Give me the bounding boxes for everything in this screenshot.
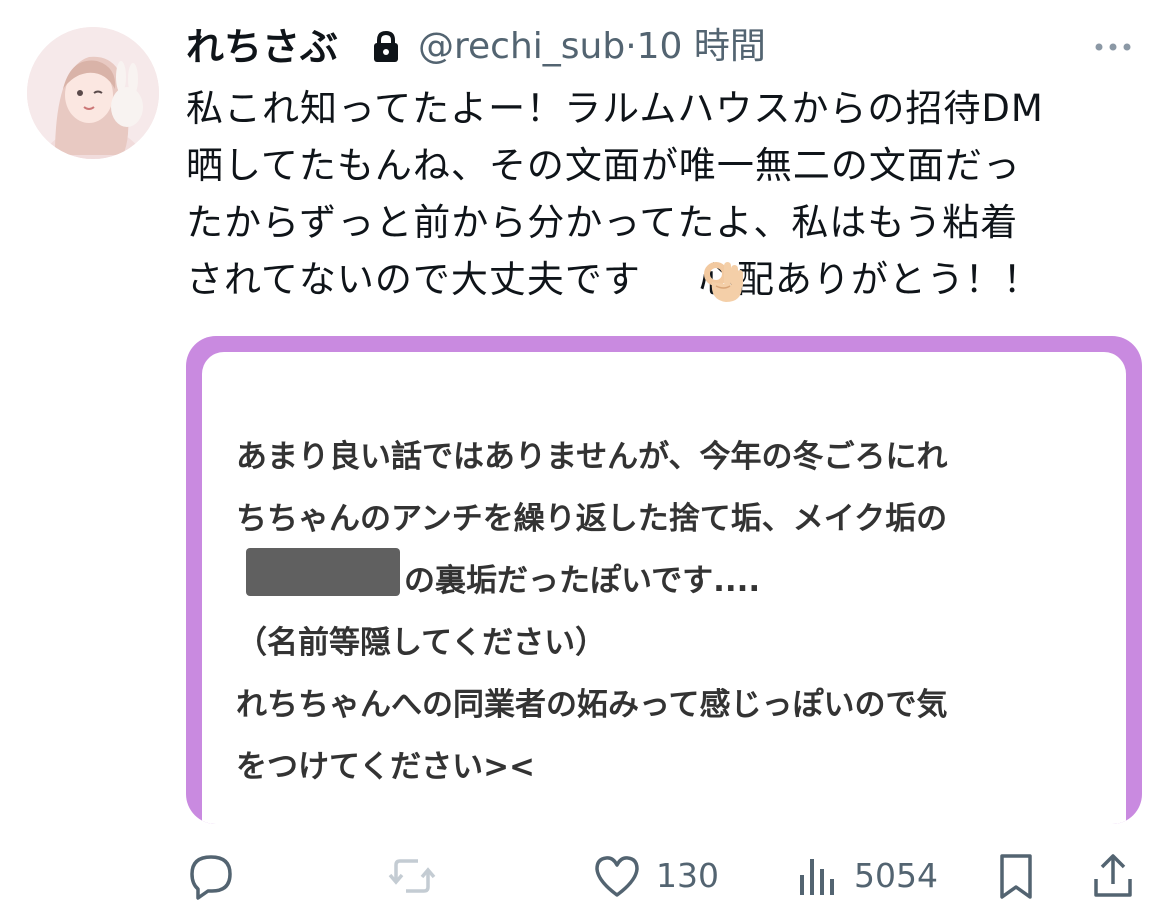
- media-line-4: （名前等隠してください）: [236, 625, 607, 661]
- bookmark-icon[interactable]: [994, 851, 1038, 901]
- views-icon[interactable]: [796, 851, 840, 901]
- tweet[interactable]: れちさぶ @rechi_sub·10 時間 私これ知ってたよー！ラルムハウスから…: [0, 0, 1168, 910]
- like-button[interactable]: 130: [592, 848, 719, 904]
- views-count: 5054: [854, 856, 938, 895]
- reply-icon[interactable]: [186, 851, 236, 901]
- tweet-text-tail: 心配ありがとう！！: [698, 258, 1041, 301]
- retweet-button[interactable]: [386, 848, 438, 904]
- media-text: あまり良い話ではありませんが、今年の冬ごろにれ ちちゃんのアンチを繰り返した捨て…: [236, 426, 1116, 798]
- ok-hand-icon: [700, 256, 746, 304]
- handle[interactable]: @rechi_sub: [418, 26, 625, 67]
- like-count: 130: [656, 856, 719, 895]
- display-name[interactable]: れちさぶ: [186, 22, 338, 72]
- tweet-header: れちさぶ @rechi_sub·10 時間: [186, 22, 1146, 72]
- views-button[interactable]: 5054: [796, 848, 938, 904]
- media-line-5: れちちゃんへの同業者の妬みって感じっぽいので気: [236, 687, 948, 723]
- reply-button[interactable]: [186, 848, 236, 904]
- media-screenshot: あまり良い話ではありませんが、今年の冬ごろにれ ちちゃんのアンチを繰り返した捨て…: [202, 352, 1126, 824]
- heart-icon[interactable]: [592, 851, 642, 901]
- media-line-1: あまり良い話ではありませんが、今年の冬ごろにれ: [236, 439, 948, 475]
- more-options-icon[interactable]: [1090, 30, 1136, 64]
- timestamp[interactable]: 10 時間: [637, 26, 766, 67]
- share-button[interactable]: [1090, 848, 1136, 904]
- tweet-text: 私これ知ってたよー！ラルムハウスからの招待DM 晒してたもんね、その文面が唯一無…: [186, 80, 1148, 308]
- media-image[interactable]: あまり良い話ではありませんが、今年の冬ごろにれ ちちゃんのアンチを繰り返した捨て…: [186, 336, 1142, 824]
- separator: ·: [625, 26, 637, 67]
- media-line-6: をつけてください><: [236, 749, 536, 785]
- media-line-3: の裏垢だったぽいです....: [404, 563, 761, 599]
- action-bar: 130 5054: [186, 848, 1146, 904]
- retweet-icon[interactable]: [386, 851, 438, 901]
- share-icon[interactable]: [1090, 851, 1136, 901]
- avatar[interactable]: [27, 27, 159, 159]
- media-line-2: ちちゃんのアンチを繰り返した捨て垢、メイク垢の: [236, 501, 948, 537]
- handle-and-time[interactable]: @rechi_sub·10 時間: [418, 22, 766, 72]
- bookmark-button[interactable]: [994, 848, 1038, 904]
- lock-icon: [370, 30, 402, 64]
